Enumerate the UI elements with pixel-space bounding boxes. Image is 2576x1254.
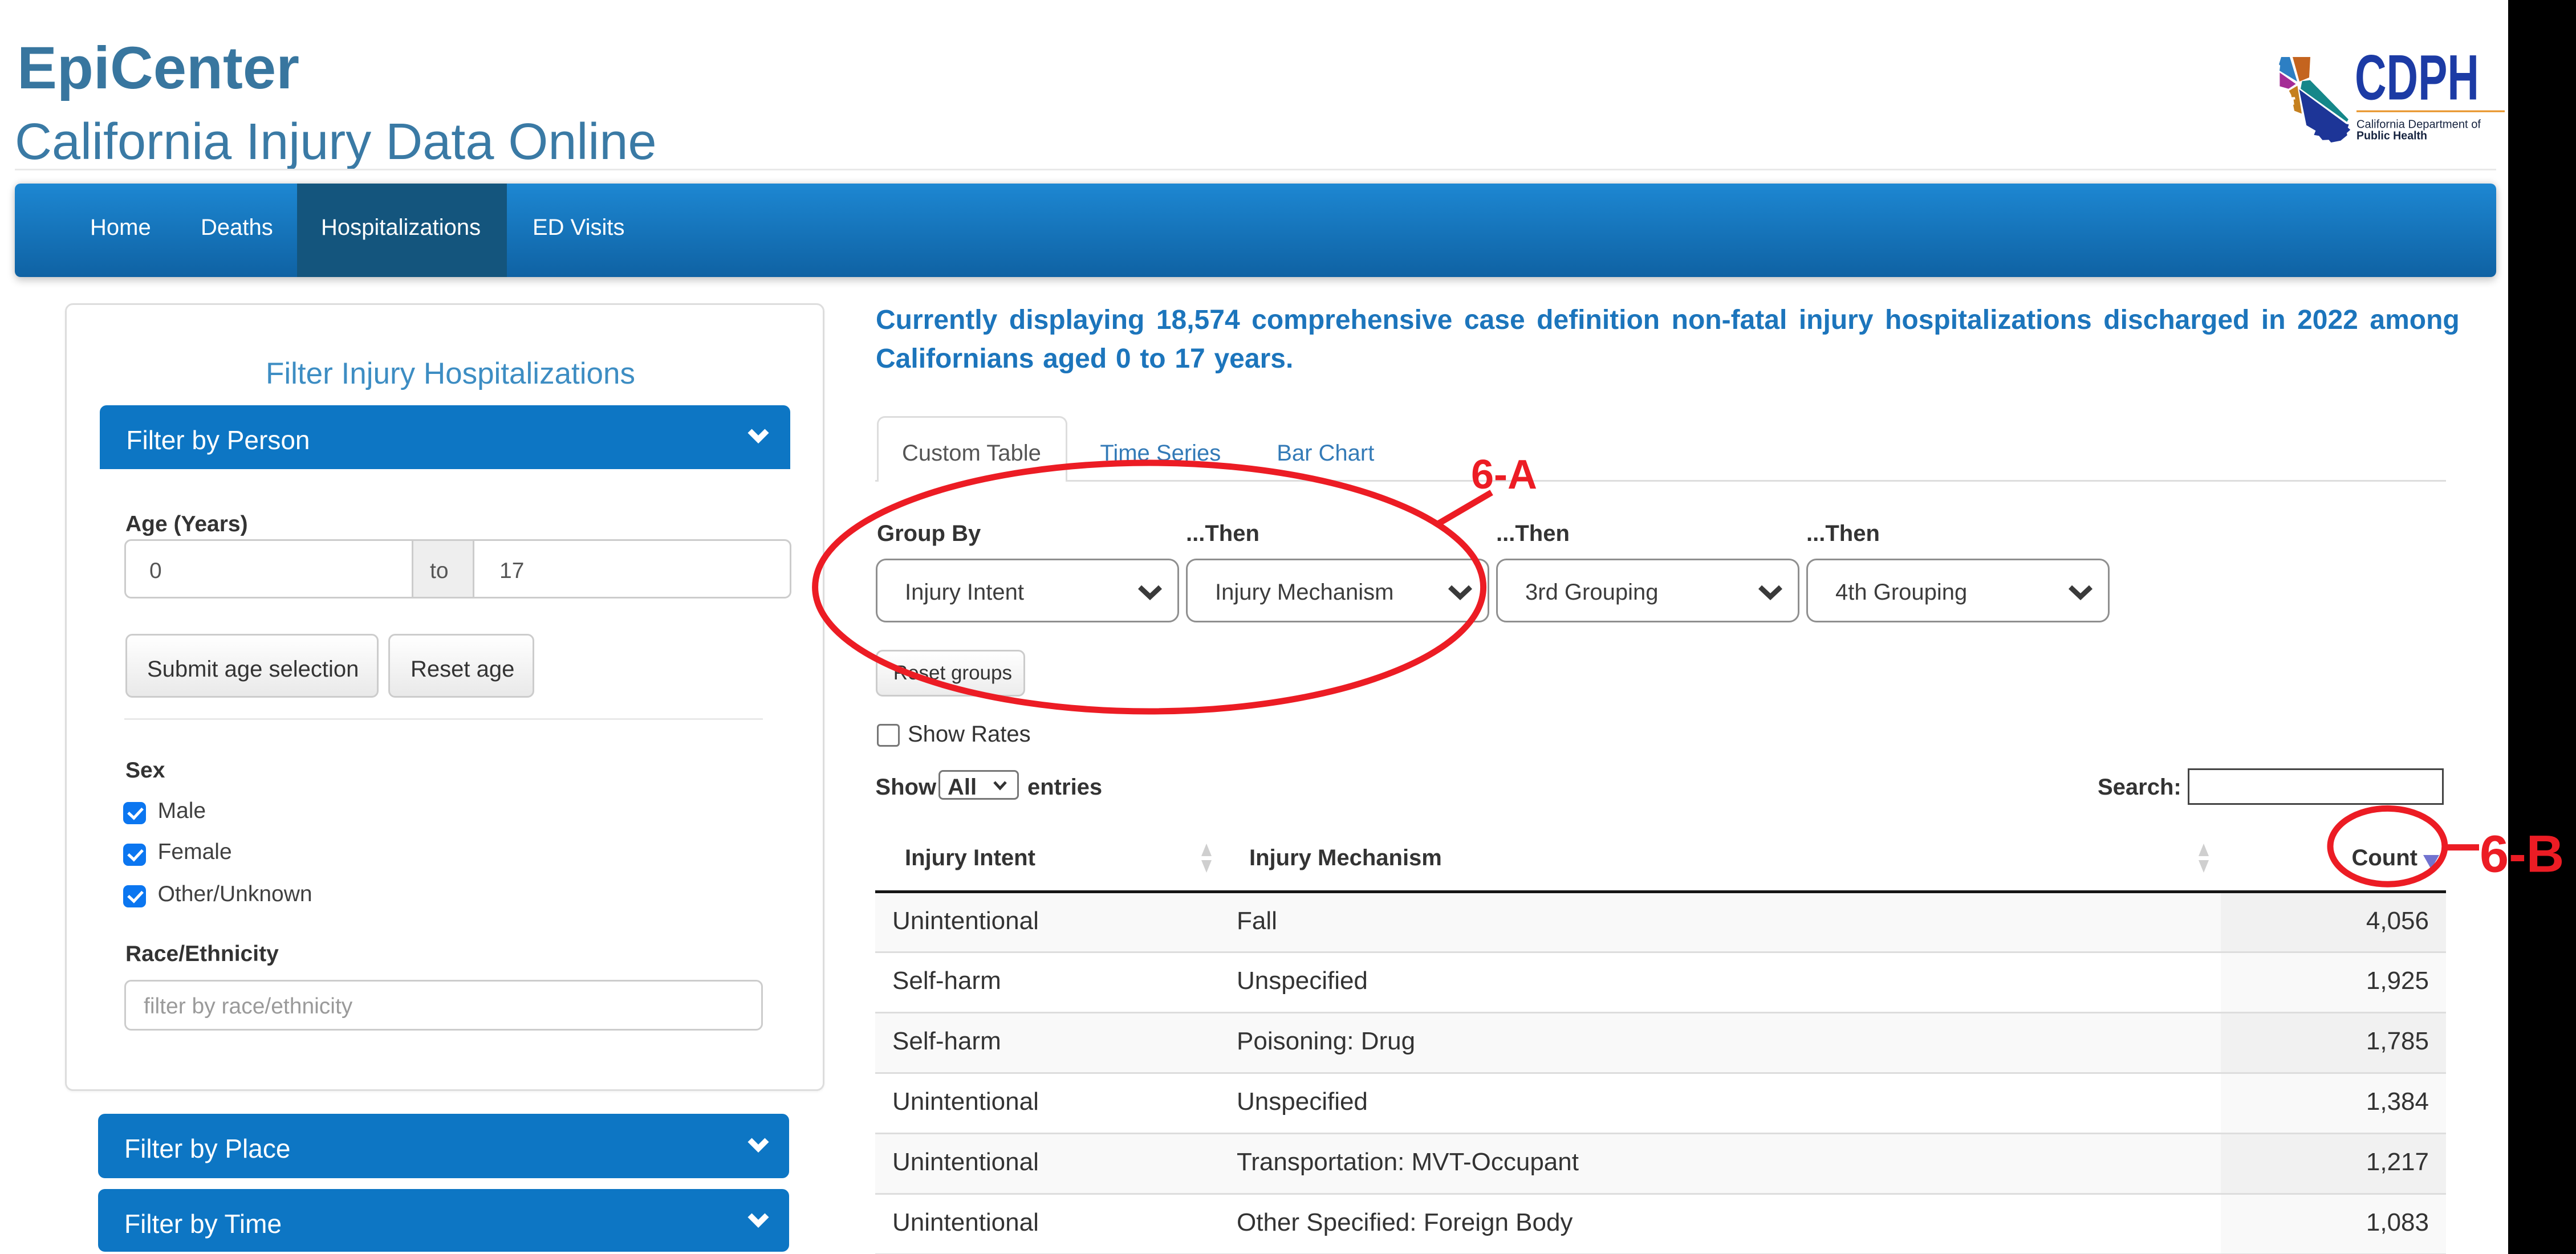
svg-text:6-B: 6-B <box>2480 825 2564 883</box>
svg-text:6-A: 6-A <box>1471 452 1537 498</box>
